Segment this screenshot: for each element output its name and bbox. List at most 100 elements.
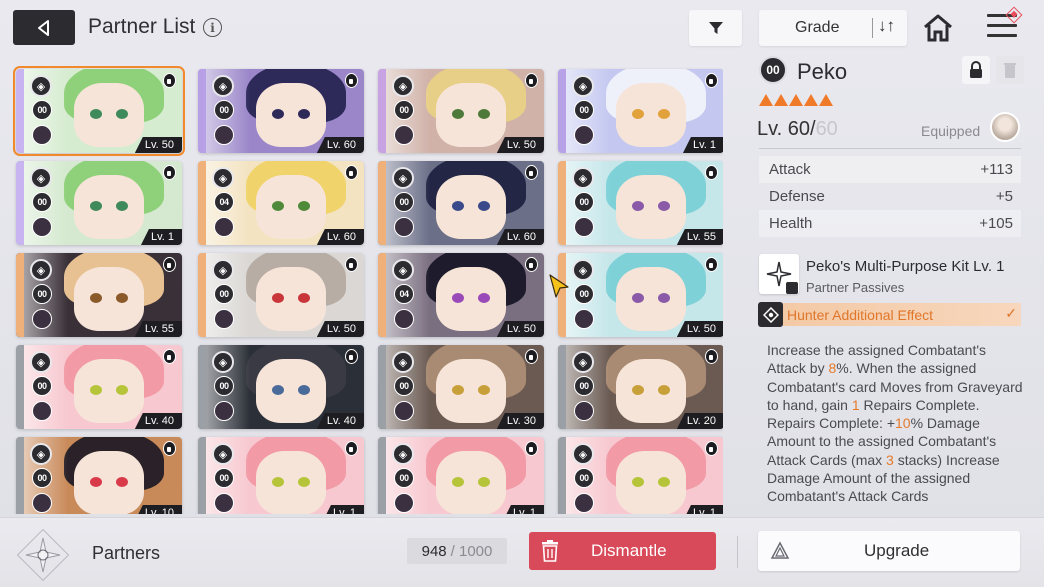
partner-card[interactable]: ◈ 00 Lv. 55 [558, 161, 723, 245]
hunter-effect-row[interactable]: Hunter Additional Effect ✓ [758, 302, 1021, 327]
page-title: Partner List [88, 15, 196, 38]
partner-detail-panel: 00 Peko Lv. 60/60 Equipped Attack +113 Def… [737, 52, 1037, 514]
lock-icon [163, 165, 176, 180]
discard-button[interactable] [996, 56, 1024, 84]
equipped-combatant-avatar[interactable] [990, 112, 1020, 142]
equipped-avatar [574, 217, 594, 237]
back-button[interactable] [13, 10, 75, 45]
equipped-avatar [32, 309, 52, 329]
star-icon [789, 94, 803, 106]
partner-card[interactable]: ◈ 00 Lv. 50 [378, 69, 544, 153]
class-icon: ◈ [212, 351, 234, 373]
equipped-avatar [394, 401, 414, 421]
rank-badge: 00 [214, 100, 234, 120]
partner-card[interactable]: ◈ 00 Lv. 40 [16, 345, 182, 429]
equipped-avatar [574, 125, 594, 145]
lock-icon [705, 441, 718, 456]
partners-emblem-icon [14, 526, 72, 584]
home-button[interactable] [921, 12, 955, 44]
partner-card[interactable]: ◈ 00 Lv. 60 [198, 69, 364, 153]
partner-card[interactable]: ◈ 00 Lv. 1 [198, 437, 364, 514]
partner-card[interactable]: ◈ 04 Lv. 60 [198, 161, 364, 245]
rarity-stripe [198, 345, 206, 429]
sort-grade-button[interactable]: Grade ↓↑ [759, 10, 907, 46]
stat-row: Defense +5 [759, 183, 1021, 210]
rank-badge: 00 [32, 376, 52, 396]
rank-badge: 00 [214, 468, 234, 488]
kit-subtitle: Partner Passives [806, 280, 905, 295]
rarity-stripe [198, 253, 206, 337]
rank-badge: 00 [394, 192, 414, 212]
partner-card[interactable]: ◈ 00 Lv. 50 [558, 253, 723, 337]
class-icon: ◈ [572, 443, 594, 465]
filter-button[interactable] [689, 10, 742, 46]
stat-value: +5 [995, 188, 1013, 205]
hunter-effect-label: Hunter Additional Effect [787, 307, 934, 323]
equipped-avatar [574, 401, 594, 421]
equipped-avatar [214, 309, 234, 329]
partner-card[interactable]: ◈ 04 Lv. 50 [378, 253, 544, 337]
class-icon: ◈ [212, 75, 234, 97]
equipped-avatar [214, 125, 234, 145]
level-current: Lv. 60/ [757, 118, 816, 140]
lock-button[interactable] [962, 56, 990, 84]
passive-kit-row[interactable]: Peko's Multi-Purpose Kit Lv. 1 Partner P… [759, 254, 1021, 298]
star-icon [774, 94, 788, 106]
class-icon: ◈ [392, 351, 414, 373]
dismantle-label: Dismantle [591, 541, 667, 560]
equipped-avatar [214, 493, 234, 513]
partner-card[interactable]: ◈ 00 Lv. 50 [198, 253, 364, 337]
partner-card[interactable]: ◈ 00 Lv. 1 [558, 69, 723, 153]
partner-count: 948/ 1000 [407, 538, 507, 564]
rarity-stripe [378, 345, 386, 429]
sort-order-icon[interactable]: ↓↑ [878, 16, 895, 36]
rank-badge: 00 [574, 192, 594, 212]
class-icon: ◈ [572, 351, 594, 373]
star-rating [759, 94, 833, 106]
partner-card[interactable]: ◈ 00 Lv. 50 [13, 66, 185, 156]
trash-icon [542, 540, 558, 562]
partner-grid: ◈ 00 Lv. 50 ◈ 00 Lv. 60 ◈ 00 Lv. 50 ◈ 00 Lv. 1 ◈ 00 Lv… [13, 66, 723, 514]
partner-level: Lv. 55 [134, 321, 182, 337]
partner-card[interactable]: ◈ 00 Lv. 1 [378, 437, 544, 514]
rank-badge: 00 [574, 100, 594, 120]
level-display: Lv. 60/60 [757, 118, 838, 141]
equipped-avatar [214, 217, 234, 237]
equipped-avatar [394, 125, 414, 145]
partner-card[interactable]: ◈ 00 Lv. 40 [198, 345, 364, 429]
stat-row: Attack +113 [759, 156, 1021, 183]
partner-card[interactable]: ◈ 00 Lv. 1 [558, 437, 723, 514]
upgrade-button[interactable]: Upgrade [758, 531, 1020, 571]
level-max: 60 [815, 118, 838, 140]
class-icon: ◈ [30, 167, 52, 189]
partner-level: Lv. 60 [316, 229, 364, 245]
info-icon[interactable]: i [203, 18, 222, 37]
dismantle-button[interactable]: Dismantle [529, 532, 716, 570]
lock-icon [163, 441, 176, 456]
stat-value: +105 [979, 215, 1013, 232]
partner-card[interactable]: ◈ 00 Lv. 30 [378, 345, 544, 429]
rank-badge: 00 [759, 56, 787, 84]
class-icon: ◈ [212, 167, 234, 189]
rank-badge: 00 [32, 100, 52, 120]
sort-divider [872, 18, 873, 38]
rarity-stripe [558, 345, 566, 429]
rank-badge: 00 [394, 468, 414, 488]
partner-card[interactable]: ◈ 00 Lv. 55 [16, 253, 182, 337]
partner-card[interactable]: ◈ 00 Lv. 10 [16, 437, 182, 514]
lock-icon [345, 73, 358, 88]
partner-level: Lv. 50 [316, 321, 364, 337]
partner-level: Lv. 50 [134, 137, 182, 153]
count-total: / 1000 [450, 542, 493, 560]
partner-card[interactable]: ◈ 00 Lv. 20 [558, 345, 723, 429]
equipped-avatar [214, 401, 234, 421]
partner-card[interactable]: ◈ 00 Lv. 60 [378, 161, 544, 245]
class-icon: ◈ [212, 443, 234, 465]
rank-badge: 00 [214, 284, 234, 304]
lock-icon [705, 349, 718, 364]
class-icon: ◈ [572, 259, 594, 281]
partner-card[interactable]: ◈ 00 Lv. 1 [16, 161, 182, 245]
lock-icon [525, 441, 538, 456]
class-icon: ◈ [392, 443, 414, 465]
home-icon [924, 14, 952, 42]
